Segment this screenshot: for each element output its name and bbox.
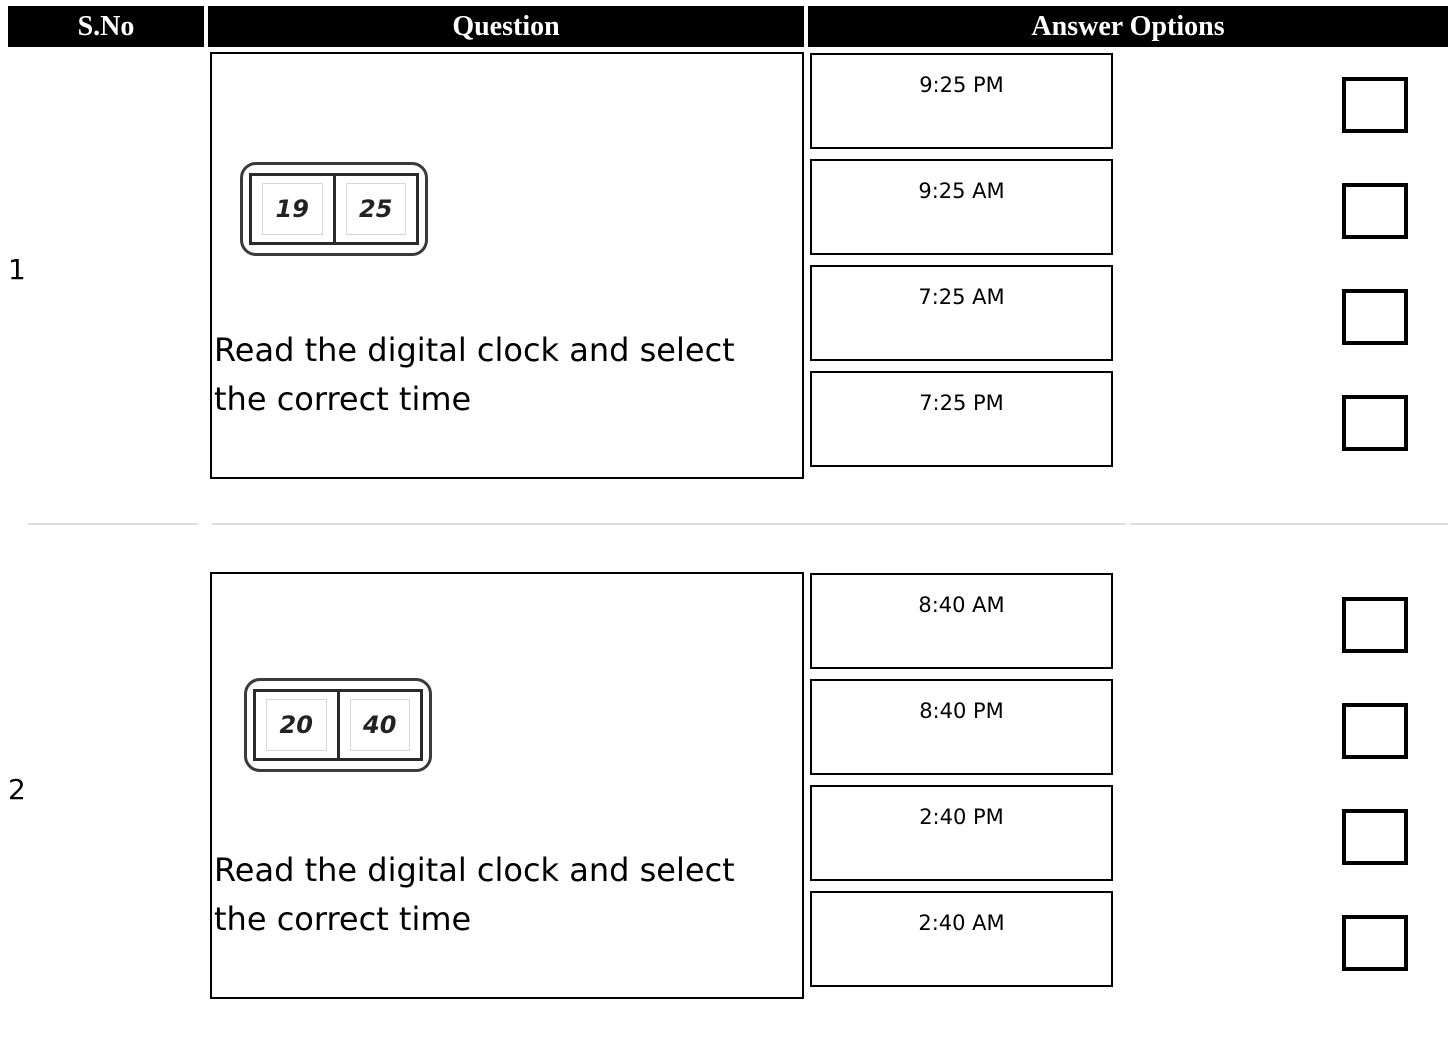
answer-checkbox[interactable] <box>1342 77 1408 133</box>
clock-hours: 20 <box>266 699 327 751</box>
answer-checkbox[interactable] <box>1342 289 1408 345</box>
digital-clock-image: 19 25 <box>240 162 428 256</box>
question-text: Read the digital clock and select the co… <box>214 331 735 418</box>
answer-option: 9:25 AM <box>810 159 1113 255</box>
answer-option-label: 8:40 PM <box>919 699 1004 723</box>
clock-minutes: 40 <box>349 699 410 751</box>
answer-option: 8:40 AM <box>810 573 1113 669</box>
clock-minutes: 25 <box>345 183 406 235</box>
row-divider <box>1130 523 1448 525</box>
question-number: 1 <box>8 253 26 286</box>
question-box: 20 40 Read the digital clock and select … <box>210 572 804 999</box>
question-number: 2 <box>8 773 26 806</box>
answer-checkbox[interactable] <box>1342 809 1408 865</box>
answer-option: 8:40 PM <box>810 679 1113 775</box>
answer-option-label: 2:40 PM <box>919 805 1004 829</box>
answer-option-label: 9:25 PM <box>919 73 1004 97</box>
answer-option-label: 7:25 AM <box>918 285 1005 309</box>
answer-option: 2:40 AM <box>810 891 1113 987</box>
question-text: Read the digital clock and select the co… <box>214 851 735 938</box>
answer-option: 2:40 PM <box>810 785 1113 881</box>
row-divider <box>212 523 1126 525</box>
answer-option-label: 9:25 AM <box>918 179 1005 203</box>
answer-option-label: 7:25 PM <box>919 391 1004 415</box>
answer-checkbox[interactable] <box>1342 395 1408 451</box>
answer-option: 9:25 PM <box>810 53 1113 149</box>
answer-checkbox[interactable] <box>1342 703 1408 759</box>
answer-checkbox[interactable] <box>1342 597 1408 653</box>
row-divider <box>28 523 198 525</box>
header-sno: S.No <box>8 6 204 47</box>
clock-hours: 19 <box>262 183 323 235</box>
answer-option-label: 2:40 AM <box>918 911 1005 935</box>
header-answer-options: Answer Options <box>808 6 1448 47</box>
answer-option-label: 8:40 AM <box>918 593 1005 617</box>
digital-clock-image: 20 40 <box>244 678 432 772</box>
answer-option: 7:25 PM <box>810 371 1113 467</box>
question-box: 19 25 Read the digital clock and select … <box>210 52 804 479</box>
answer-checkbox[interactable] <box>1342 915 1408 971</box>
answer-option: 7:25 AM <box>810 265 1113 361</box>
header-question: Question <box>208 6 804 47</box>
answer-checkbox[interactable] <box>1342 183 1408 239</box>
